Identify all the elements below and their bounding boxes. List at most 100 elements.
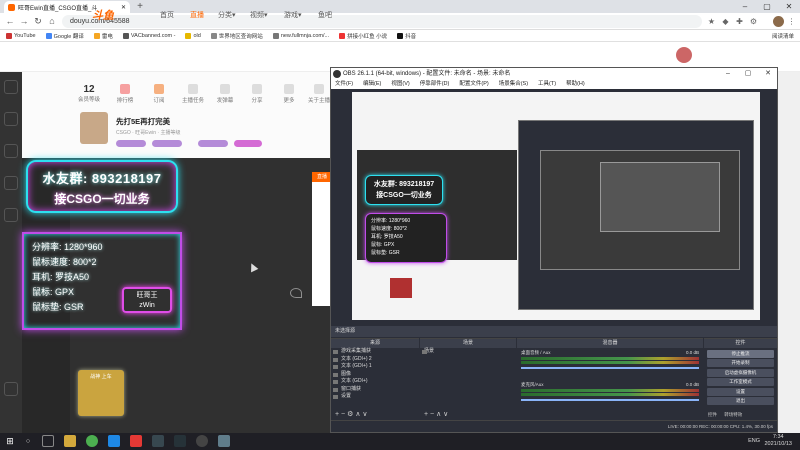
sidebar-follow-icon[interactable] <box>4 112 18 126</box>
profile-avatar[interactable] <box>773 16 784 27</box>
room-tag[interactable] <box>152 140 182 147</box>
steam-icon[interactable] <box>152 435 164 447</box>
app-icon[interactable] <box>174 435 186 447</box>
source-item[interactable]: 文本 (GDI+) 2 <box>331 356 419 364</box>
volume-slider[interactable] <box>521 367 699 369</box>
source-item[interactable]: 设置 <box>331 393 419 401</box>
reading-list[interactable]: 阅读清单 <box>772 32 794 40</box>
room-tag[interactable] <box>234 140 262 147</box>
taskbar-clock[interactable]: 7:34 2021/10/13 <box>764 434 792 448</box>
sidebar-home-icon[interactable] <box>4 80 18 94</box>
virtual-camera-button[interactable]: 启动虚拟摄像机 <box>707 368 774 377</box>
remove-source-icon[interactable]: − <box>341 411 345 418</box>
add-source-icon[interactable]: + <box>335 411 339 418</box>
nav-home[interactable]: 首页 <box>160 10 174 20</box>
puzzle-icon[interactable]: ✚ <box>734 16 745 27</box>
maximize-icon[interactable]: ▢ <box>756 0 778 13</box>
bookmark-douyin[interactable]: 抖音 <box>397 32 416 40</box>
user-avatar[interactable] <box>676 47 692 63</box>
back-icon[interactable]: ← <box>4 15 16 27</box>
settings-button[interactable]: 设置 <box>707 387 774 396</box>
studio-mode-button[interactable]: 工作室模式 <box>707 378 774 386</box>
system-tray[interactable]: ENG <box>748 437 760 446</box>
nav-game[interactable]: 游戏▾ <box>284 10 302 20</box>
nav-category[interactable]: 分类▾ <box>218 10 236 20</box>
menu-file[interactable]: 文件(F) <box>335 80 353 89</box>
room-tag[interactable] <box>198 140 228 147</box>
sidebar-category-icon[interactable] <box>4 144 18 158</box>
transitions-tab[interactable]: 转场特效 <box>724 412 742 417</box>
source-item[interactable]: 图像 <box>331 371 419 379</box>
sidebar-video-icon[interactable] <box>4 176 18 190</box>
obs-minimize-icon[interactable]: – <box>718 68 738 80</box>
sidebar-more-icon[interactable] <box>4 382 18 396</box>
source-props-icon[interactable]: ⚙ <box>347 411 353 418</box>
menu-docks[interactable]: 停靠部件(D) <box>420 80 450 89</box>
app-icon[interactable] <box>108 435 120 447</box>
stat-task[interactable]: 主播任务 <box>180 84 206 104</box>
menu-scene-collection[interactable]: 场景集合(S) <box>499 80 528 89</box>
extension-icon[interactable]: ◆ <box>720 16 731 27</box>
bookmark-fullmnja[interactable]: new.fullmnja.com/... <box>272 32 329 39</box>
nav-video[interactable]: 视频▾ <box>250 10 268 20</box>
bookmark-youtube[interactable]: YouTube <box>6 32 36 39</box>
search-icon[interactable]: ○ <box>22 436 34 447</box>
menu-tools[interactable]: 工具(T) <box>538 80 556 89</box>
nav-live[interactable]: 直播 <box>190 10 204 20</box>
scene-up-icon[interactable]: ∧ <box>436 411 441 418</box>
live-tab[interactable]: 直播 <box>312 172 332 182</box>
volume-slider[interactable] <box>521 399 699 401</box>
start-recording-button[interactable]: 开始录制 <box>707 359 774 367</box>
menu-edit[interactable]: 编辑(E) <box>363 80 381 89</box>
menu-icon[interactable]: ⋮ <box>786 16 797 27</box>
forward-icon[interactable]: → <box>18 15 30 27</box>
stat-share[interactable]: 分享 <box>244 84 270 104</box>
nav-fishbar[interactable]: 鱼吧 <box>318 10 332 20</box>
menu-help[interactable]: 帮助(H) <box>566 80 585 89</box>
move-down-icon[interactable]: ∨ <box>362 411 367 418</box>
source-item[interactable]: 游戏采集捕获 <box>331 348 419 356</box>
stat-level[interactable]: 12 会员等级 <box>76 84 102 103</box>
file-explorer-icon[interactable] <box>64 435 76 447</box>
controls-tab[interactable]: 控件 <box>708 412 717 417</box>
douyu-logo[interactable]: 斗鱼 <box>92 7 132 23</box>
app-icon[interactable] <box>130 435 142 447</box>
menu-profile[interactable]: 配置文件(P) <box>459 80 488 89</box>
star-icon[interactable]: ★ <box>706 16 717 27</box>
settings-icon[interactable]: ⚙ <box>748 16 759 27</box>
bookmark-google-translate[interactable]: Google 翻译 <box>45 32 84 40</box>
stat-about[interactable]: 关于主播 <box>308 84 330 104</box>
home-icon[interactable]: ⌂ <box>46 15 58 27</box>
bookmark-novel[interactable]: 拼接小红鱼 小说 <box>339 32 387 40</box>
bookmark-leidian[interactable]: 雷电 <box>93 32 113 40</box>
stop-stream-button[interactable]: 停止推流 <box>707 349 774 358</box>
add-scene-icon[interactable]: + <box>424 411 428 418</box>
minimize-icon[interactable]: – <box>734 0 756 13</box>
exit-button[interactable]: 退出 <box>707 397 774 405</box>
task-view-icon[interactable] <box>42 435 54 447</box>
remove-scene-icon[interactable]: − <box>430 411 434 418</box>
close-icon[interactable]: ✕ <box>778 0 800 13</box>
chrome-icon[interactable] <box>86 435 98 447</box>
move-up-icon[interactable]: ∧ <box>355 411 360 418</box>
source-item[interactable]: 文本 (GDI+) <box>331 378 419 386</box>
anchor-avatar[interactable] <box>80 112 108 144</box>
sidebar-game-icon[interactable] <box>4 208 18 222</box>
new-tab-button[interactable]: + <box>134 1 146 13</box>
reload-icon[interactable]: ↻ <box>32 15 44 27</box>
bookmark-region-query[interactable]: 世界地区查询网站 <box>210 32 263 40</box>
obs-taskbar-icon[interactable] <box>196 435 208 447</box>
bookmark-vacbanned[interactable]: VACbanned.com - <box>122 32 175 39</box>
source-item[interactable]: 窗口捕获 <box>331 386 419 394</box>
scene-down-icon[interactable]: ∨ <box>443 411 448 418</box>
stat-danmaku[interactable]: 发弹幕 <box>212 84 238 104</box>
start-button[interactable]: ⊞ <box>5 436 15 446</box>
room-tag[interactable] <box>116 140 146 147</box>
menu-view[interactable]: 视图(V) <box>391 80 409 89</box>
address-bar[interactable]: douyu.com/645588 <box>62 15 702 28</box>
stat-rank[interactable]: 排行榜 <box>112 84 138 104</box>
source-item[interactable]: 文本 (GDI+) 1 <box>331 363 419 371</box>
app-icon[interactable] <box>218 435 230 447</box>
bookmark-old[interactable]: old <box>185 32 201 39</box>
stat-more[interactable]: 更多 <box>276 84 302 104</box>
